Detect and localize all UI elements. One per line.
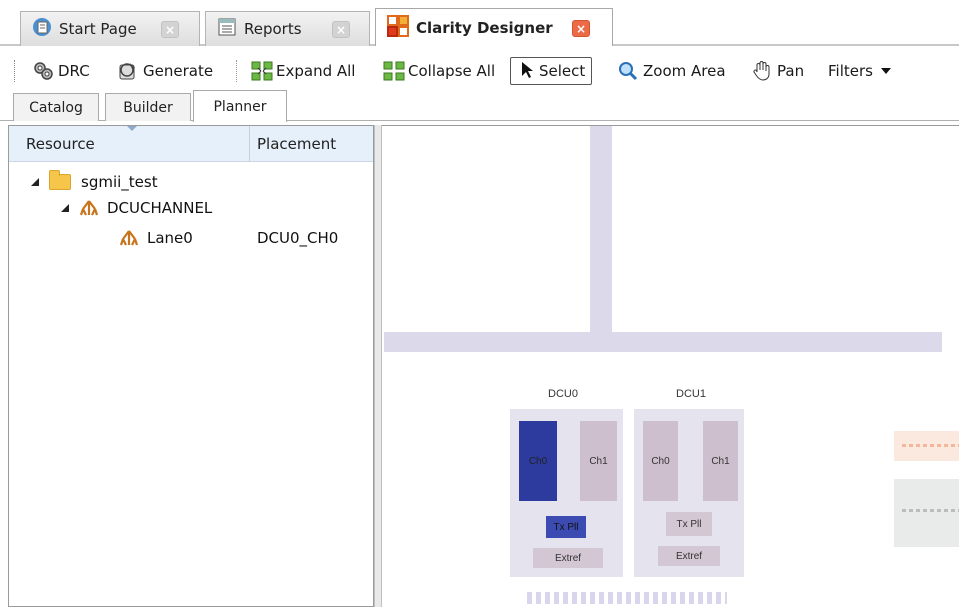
tab-label: Start Page [59, 20, 137, 38]
zoom-area-label: Zoom Area [643, 62, 726, 80]
dcu1-tx-pll[interactable]: Tx Pll [666, 512, 712, 536]
column-header-resource[interactable]: Resource [26, 135, 95, 153]
drc-icon [32, 60, 54, 82]
routing-bus-vertical [590, 126, 612, 341]
column-header-placement[interactable]: Placement [257, 135, 336, 153]
tab-label: Planner [213, 98, 267, 115]
pan-hand-icon [751, 60, 773, 82]
drc-label: DRC [58, 62, 90, 80]
close-icon[interactable]: × [161, 21, 179, 38]
dcu1-ch1[interactable]: Ch1 [703, 421, 738, 501]
expand-all-button[interactable]: Expand All [250, 57, 355, 85]
channel-icon [79, 200, 99, 216]
collapse-all-label: Collapse All [408, 62, 496, 80]
dcu0-extref[interactable]: Extref [533, 548, 603, 568]
panel-splitter[interactable] [374, 125, 382, 607]
tree-item-sgmii-test[interactable]: sgmii_test [31, 170, 158, 194]
dcu0-ch1[interactable]: Ch1 [580, 421, 617, 501]
generate-label: Generate [143, 62, 214, 80]
collapse-all-icon [382, 60, 405, 82]
channel-icon [119, 230, 139, 246]
placement-value: DCU0_CH0 [257, 229, 339, 247]
toolbar-grip[interactable] [14, 60, 17, 82]
toolbar-separator [236, 60, 237, 82]
io-pin-row [527, 592, 727, 604]
tab-label: Catalog [29, 99, 83, 116]
tree-item-label: Lane0 [147, 229, 193, 247]
expand-all-label: Expand All [276, 62, 356, 80]
planner-panel-tabs: Catalog Builder Planner [0, 90, 959, 122]
select-label: Select [539, 62, 586, 80]
start-page-icon [31, 16, 53, 42]
tab-catalog[interactable]: Catalog [13, 93, 99, 121]
column-divider[interactable] [249, 126, 250, 162]
generate-button[interactable]: Generate [117, 57, 213, 85]
tab-reports[interactable]: Reports × [205, 11, 370, 46]
select-cursor-icon [519, 60, 535, 82]
select-button[interactable]: Select [510, 57, 593, 85]
dcu0-label: DCU0 [548, 388, 578, 400]
tab-planner[interactable]: Planner [193, 90, 287, 122]
expand-toggle-icon[interactable] [31, 178, 39, 186]
zoom-icon [617, 60, 639, 82]
collapse-all-button[interactable]: Collapse All [382, 57, 495, 85]
peripheral-block-gray[interactable] [894, 479, 959, 547]
close-icon[interactable]: × [332, 21, 350, 38]
filters-dropdown[interactable]: Filters [828, 57, 891, 85]
dcu1-extref[interactable]: Extref [658, 546, 720, 566]
folder-icon [49, 170, 71, 190]
peripheral-pins [902, 509, 959, 512]
chevron-down-icon [880, 68, 891, 74]
filters-label: Filters [828, 62, 873, 80]
tree-item-lane0[interactable]: Lane0 [119, 226, 193, 250]
planner-canvas[interactable]: DCU0 Ch0 Ch1 Tx Pll Extref DCU1 Ch0 Ch1 … [382, 125, 959, 607]
resource-tree-panel: Resource Placement sgmii_test DCUCHANNEL… [8, 125, 374, 607]
tab-builder[interactable]: Builder [105, 93, 191, 121]
expand-toggle-icon[interactable] [61, 204, 69, 212]
drc-button[interactable]: DRC [32, 57, 90, 85]
dcu0-ch0[interactable]: Ch0 [519, 421, 557, 501]
tab-label: Builder [123, 99, 173, 116]
dcu1-ch0[interactable]: Ch0 [643, 421, 678, 501]
document-tab-bar: Start Page × Reports × Clarity Designer … [0, 0, 959, 50]
tab-label: Clarity Designer [416, 18, 553, 37]
pan-button[interactable]: Pan [751, 57, 804, 85]
peripheral-pins [902, 444, 959, 447]
reports-icon [216, 16, 238, 42]
tree-item-dcuchannel[interactable]: DCUCHANNEL [61, 196, 212, 220]
generate-icon [117, 60, 139, 82]
peripheral-block-orange[interactable] [894, 431, 959, 461]
dcu1-label: DCU1 [676, 388, 706, 400]
close-icon[interactable]: × [572, 20, 590, 37]
pan-label: Pan [777, 62, 805, 80]
sort-indicator-icon [127, 126, 137, 131]
tree-item-label: DCUCHANNEL [107, 199, 213, 217]
tab-label: Reports [244, 20, 302, 38]
tab-start-page[interactable]: Start Page × [20, 11, 200, 46]
designer-toolbar: DRC Generate Expand All Collapse All Sel… [0, 50, 959, 90]
zoom-area-button[interactable]: Zoom Area [617, 57, 726, 85]
expand-all-icon [250, 60, 273, 82]
clarity-designer-icon [386, 14, 410, 42]
tree-item-label: sgmii_test [81, 173, 158, 191]
resource-table-header: Resource Placement [9, 126, 373, 162]
tab-clarity-designer[interactable]: Clarity Designer × [375, 8, 613, 46]
dcu0-tx-pll[interactable]: Tx Pll [546, 516, 586, 538]
routing-bus-horizontal [384, 332, 942, 352]
